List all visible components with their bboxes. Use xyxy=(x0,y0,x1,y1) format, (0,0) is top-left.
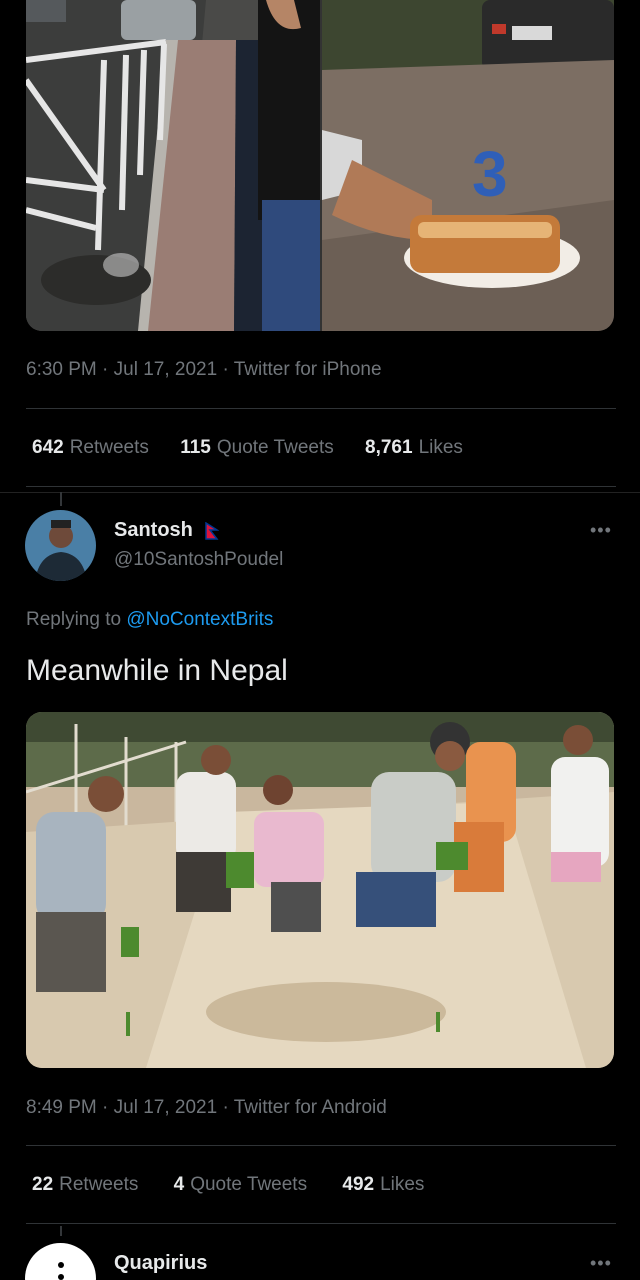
tweet-photo-street[interactable] xyxy=(26,0,320,331)
tweet-photo-pastry[interactable]: 3 xyxy=(322,0,614,331)
replying-prefix: Replying to xyxy=(26,609,122,630)
quote-tweets-stat[interactable]: 115 Quote Tweets xyxy=(180,437,334,459)
divider xyxy=(26,1145,616,1146)
retweets-stat[interactable]: 22 Retweets xyxy=(32,1174,138,1196)
tweet-stats: 642 Retweets 115 Quote Tweets 8,761 Likes xyxy=(32,437,612,459)
thread-connector-line xyxy=(60,492,62,506)
tweet-photo-rice-planting[interactable] xyxy=(26,712,614,1068)
divider xyxy=(26,408,616,409)
tweet-timestamp[interactable]: 8:49 PM · Jul 17, 2021 · Twitter for And… xyxy=(26,1097,387,1119)
author-name[interactable]: Quapirius xyxy=(114,1252,207,1275)
author-name[interactable]: Santosh xyxy=(114,519,193,542)
divider xyxy=(26,1223,616,1224)
candle-number: 3 xyxy=(472,138,508,210)
avatar[interactable] xyxy=(25,1243,96,1280)
tweet-separator xyxy=(0,492,640,493)
more-horizontal-icon[interactable]: ••• xyxy=(590,520,612,541)
replying-to-link[interactable]: @NoContextBrits xyxy=(126,609,273,630)
replying-to: Replying to @NoContextBrits xyxy=(26,609,273,631)
more-horizontal-icon[interactable]: ••• xyxy=(590,1253,612,1274)
author-handle[interactable]: @10SantoshPoudel xyxy=(114,549,283,571)
tweet-timestamp[interactable]: 6:30 PM · Jul 17, 2021 · Twitter for iPh… xyxy=(26,359,382,381)
likes-stat[interactable]: 8,761 Likes xyxy=(365,437,463,459)
nepal-flag-icon xyxy=(205,521,220,540)
tweet-stats: 22 Retweets 4 Quote Tweets 492 Likes xyxy=(32,1174,612,1196)
quote-tweets-stat[interactable]: 4 Quote Tweets xyxy=(174,1174,307,1196)
tweet-text: Meanwhile in Nepal xyxy=(26,654,288,687)
thread-connector-line xyxy=(60,1226,62,1236)
divider xyxy=(26,486,616,487)
likes-stat[interactable]: 492 Likes xyxy=(342,1174,424,1196)
retweets-stat[interactable]: 642 Retweets xyxy=(32,437,149,459)
avatar[interactable] xyxy=(25,510,96,581)
tweet-media-grid[interactable]: 3 xyxy=(26,0,614,331)
